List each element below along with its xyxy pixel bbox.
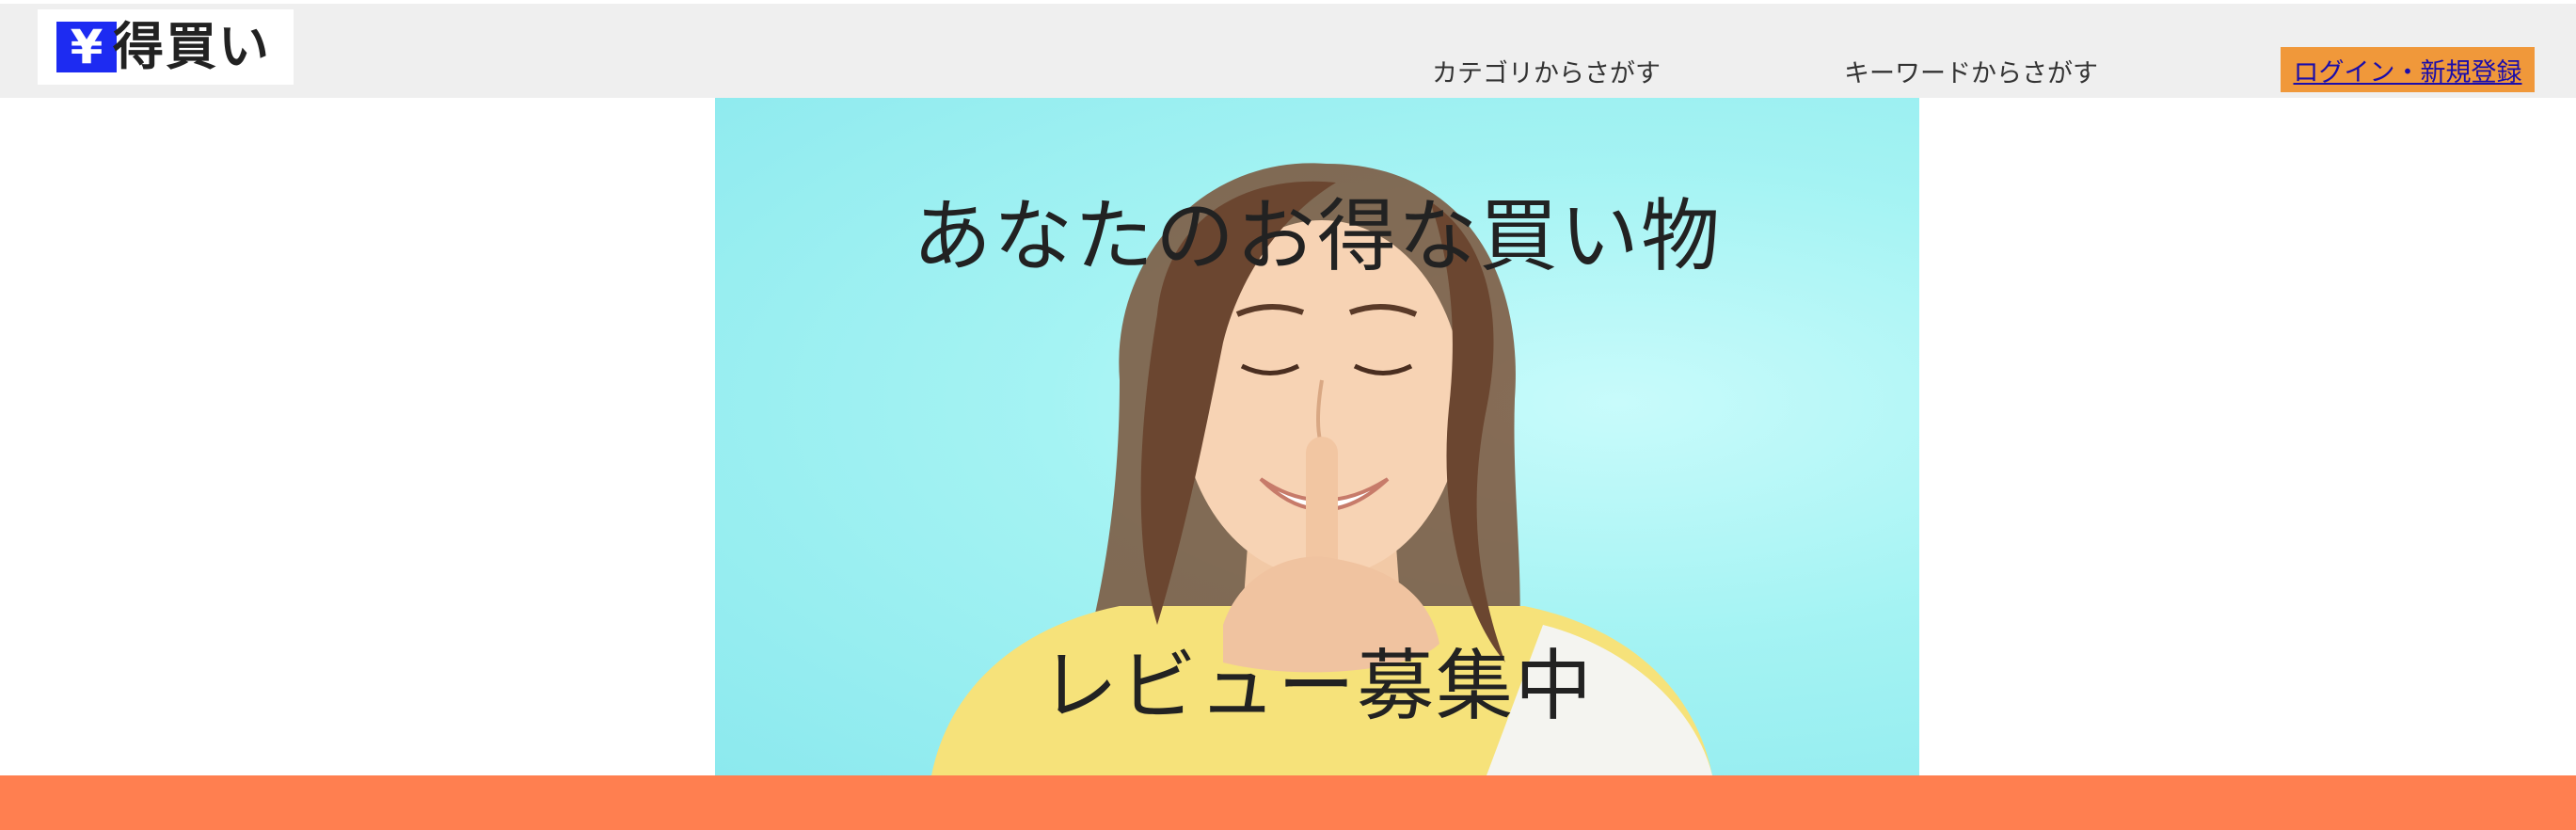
nav-category-link[interactable]: カテゴリからさがす xyxy=(1432,53,1661,89)
hero-title: あなたのお得な買い物 xyxy=(912,190,1722,282)
login-register-label: ログイン・新規登録 xyxy=(2293,57,2522,88)
site-logo[interactable]: ¥ 得買い xyxy=(38,9,294,85)
hero-banner: あなたのお得な買い物 レビュー募集中 xyxy=(715,98,1919,775)
footer-bar xyxy=(0,775,2576,830)
login-register-button[interactable]: ログイン・新規登録 xyxy=(2281,47,2535,92)
hero-subtitle: レビュー募集中 xyxy=(1040,642,1594,731)
logo-text: 得買い xyxy=(113,17,271,76)
nav-keyword-link[interactable]: キーワードからさがす xyxy=(1844,53,2098,89)
yen-icon: ¥ xyxy=(56,22,117,72)
site-header: ¥ 得買い カテゴリからさがす キーワードからさがす ログイン・新規登録 xyxy=(0,4,2576,98)
